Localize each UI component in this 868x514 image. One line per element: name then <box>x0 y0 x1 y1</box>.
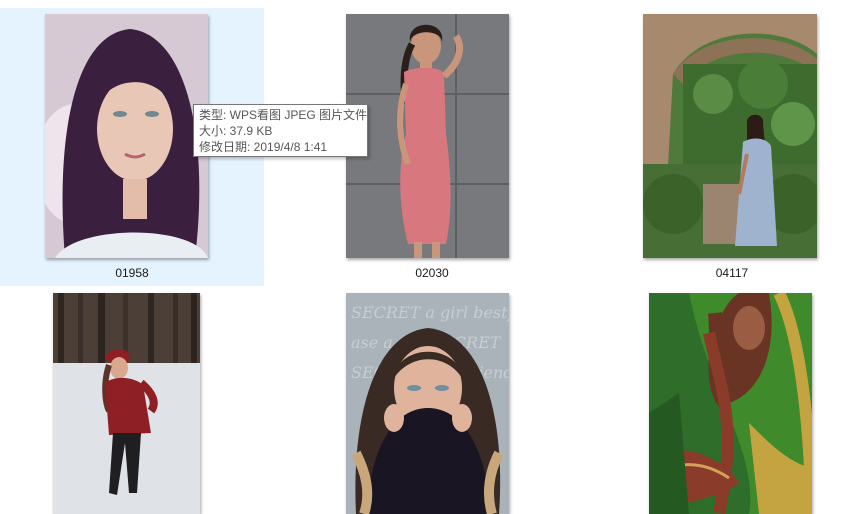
tooltip-size-line: 大小: 37.9 KB <box>199 124 273 138</box>
file-name: 04117 <box>715 266 749 280</box>
thumbnail-image[interactable]: SECRET a girl bestfr ase a girl SECRET S… <box>346 293 509 514</box>
thumbnail-image[interactable] <box>53 293 200 514</box>
file-item[interactable] <box>0 286 264 514</box>
thumbnail-image[interactable] <box>643 14 817 258</box>
thumbnail-image[interactable] <box>45 14 208 258</box>
file-grid: 01958 02030 04117 SECRET a girl bestfr a… <box>0 0 868 514</box>
file-item[interactable] <box>600 286 864 514</box>
tooltip-date-line: 修改日期: 2019/4/8 1:41 <box>199 140 328 154</box>
file-item[interactable]: SECRET a girl bestfr ase a girl SECRET S… <box>300 286 564 514</box>
file-name: 02030 <box>415 266 449 280</box>
tooltip-type-line: 类型: WPS看图 JPEG 图片文件 <box>199 108 368 122</box>
thumbnail-image[interactable] <box>649 293 812 514</box>
svg-text:SECRET a girl bestfr: SECRET a girl bestfr <box>351 303 509 322</box>
file-name: 01958 <box>115 266 149 280</box>
file-info-tooltip: 类型: WPS看图 JPEG 图片文件 大小: 37.9 KB 修改日期: 20… <box>193 104 368 157</box>
thumbnail-image[interactable] <box>346 14 509 258</box>
file-item-04117[interactable]: 04117 <box>600 8 864 286</box>
